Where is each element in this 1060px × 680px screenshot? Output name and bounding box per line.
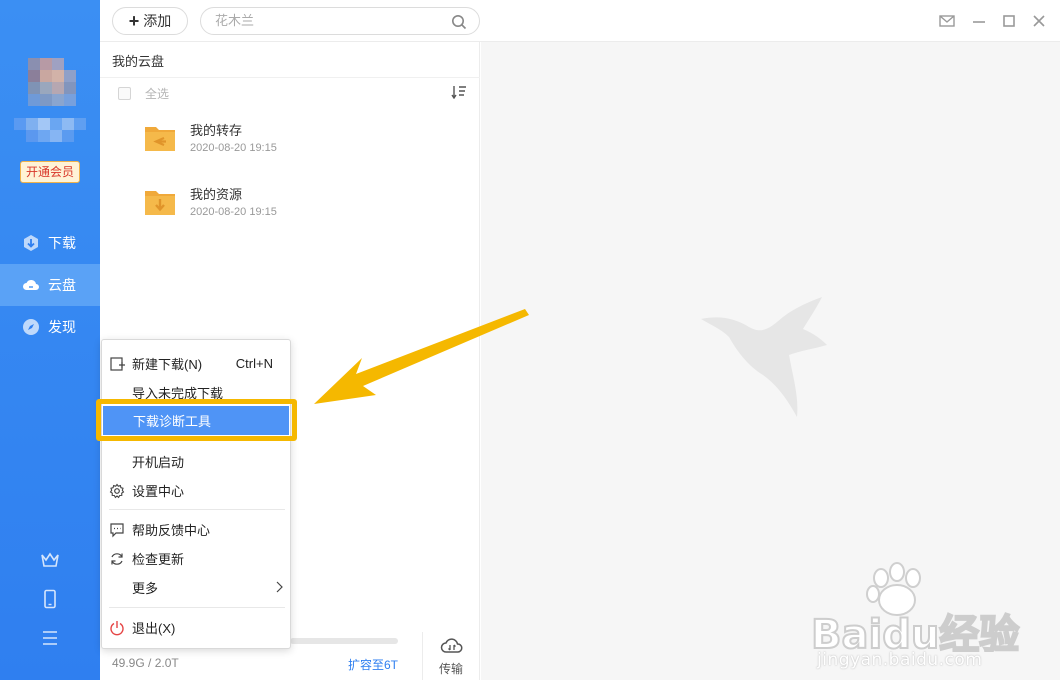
menu-item-label: 检查更新 (132, 552, 185, 567)
menu-item-new-download[interactable]: 新建下载(N) Ctrl+N (102, 349, 290, 378)
vip-badge[interactable]: 开通会员 (20, 161, 80, 183)
maximize-icon[interactable] (1000, 12, 1018, 30)
menu-item-label: 更多 (132, 581, 159, 596)
search-input[interactable] (215, 13, 435, 28)
menu-item-more[interactable]: 更多 (102, 573, 290, 602)
plus-icon: + (128, 11, 140, 31)
file-row[interactable]: 我的转存 2020-08-20 19:15 (144, 118, 464, 168)
menu-item-label: 帮助反馈中心 (132, 523, 211, 538)
nav-download[interactable]: 下载 (0, 222, 100, 264)
gear-icon (109, 483, 125, 499)
select-all[interactable]: 全选 (118, 85, 169, 102)
highlight-box (96, 399, 297, 441)
refresh-icon (111, 553, 123, 565)
menu-divider (109, 607, 285, 608)
watermark-brand: Baidu经验 (811, 612, 1019, 652)
transfer-button[interactable]: 传输 (422, 632, 478, 680)
file-name: 我的转存 (190, 123, 243, 138)
watermark-url: jingyan.baidu.com (817, 650, 983, 670)
context-menu: 新建下载(N) Ctrl+N 导入未完成下载 下载诊断工具 开机启动 设置中心 … (101, 339, 291, 649)
crown-icon[interactable] (40, 550, 60, 570)
folder-transfer-icon (145, 127, 175, 151)
add-button[interactable]: + 添加 (112, 7, 188, 35)
sort-icon[interactable] (451, 85, 467, 99)
menu-item-label: 开机启动 (132, 455, 185, 470)
nav-discover[interactable]: 发现 (0, 306, 100, 348)
transfer-label: 传输 (439, 662, 464, 676)
avatar[interactable] (14, 58, 86, 148)
breadcrumb[interactable]: 我的云盘 (112, 51, 164, 70)
baidu-watermark: Baidu经验 jingyan.baidu.com (811, 562, 1051, 680)
menu-divider (109, 509, 285, 510)
search-box (200, 7, 480, 35)
menu-item-help-feedback[interactable]: 帮助反馈中心 (102, 515, 290, 544)
compass-icon (23, 319, 39, 335)
nav-discover-label: 发现 (48, 319, 76, 335)
sidebar: 开通会员 下载 云盘 发现 (0, 0, 100, 680)
select-all-checkbox[interactable] (118, 87, 131, 100)
add-button-label: 添加 (143, 13, 172, 29)
menu-item-label: 退出(X) (132, 621, 176, 636)
menu-shortcut: Ctrl+N (235, 356, 273, 371)
phone-icon[interactable] (40, 589, 60, 609)
nav-download-label: 下载 (48, 235, 76, 251)
nav-cloud[interactable]: 云盘 (0, 264, 100, 306)
menu-item-settings[interactable]: 设置中心 (102, 476, 290, 505)
feedback-icon (110, 523, 124, 538)
chevron-right-icon (276, 581, 283, 593)
power-icon (110, 621, 124, 636)
menu-item-check-update[interactable]: 检查更新 (102, 544, 290, 573)
expand-storage-link[interactable]: 扩容至6T (348, 656, 398, 673)
search-icon[interactable] (451, 14, 467, 30)
file-date: 2020-08-20 19:15 (190, 142, 277, 154)
annotation-arrow-icon (314, 309, 529, 404)
select-all-label: 全选 (145, 87, 170, 101)
file-row[interactable]: 我的资源 2020-08-20 19:15 (144, 182, 464, 232)
divider (100, 77, 480, 78)
new-download-icon (110, 357, 125, 371)
menu-item-label: 设置中心 (132, 484, 185, 499)
hummingbird-logo-icon (701, 297, 827, 417)
folder-download-icon (145, 191, 175, 215)
file-date: 2020-08-20 19:15 (190, 206, 277, 218)
menu-item-exit[interactable]: 退出(X) (102, 613, 290, 642)
detail-area: Baidu经验 jingyan.baidu.com (481, 42, 1060, 680)
baidu-paw-icon: Baidu经验 (811, 562, 1020, 652)
mail-icon[interactable] (938, 12, 956, 30)
menu-item-auto-start[interactable]: 开机启动 (102, 447, 290, 476)
storage-usage: 49.9G / 2.0T (112, 656, 179, 670)
nav-cloud-label: 云盘 (48, 277, 76, 293)
minimize-icon[interactable] (970, 12, 988, 30)
menu-icon[interactable] (40, 628, 60, 648)
download-icon (24, 235, 38, 251)
storage-bar (290, 638, 398, 644)
close-icon[interactable] (1030, 12, 1048, 30)
file-name: 我的资源 (190, 187, 243, 202)
topbar: + 添加 (100, 0, 1060, 42)
cloud-icon (23, 279, 39, 290)
cloud-transfer-icon (440, 638, 463, 653)
menu-item-label: 新建下载(N) (132, 357, 203, 372)
